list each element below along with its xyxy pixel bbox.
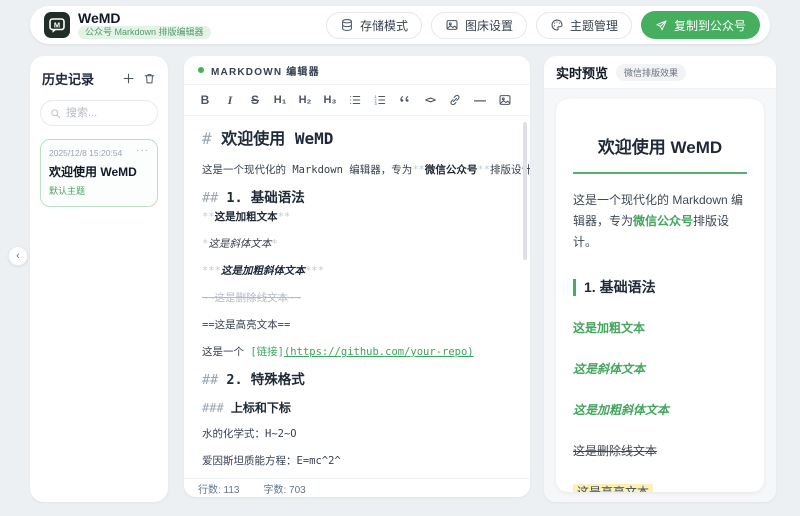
editor-line: ## 2. 特殊格式 (202, 373, 512, 388)
strikethrough-button[interactable]: S (243, 89, 267, 111)
editor-line: 这是一个现代化的 Markdown 编辑器，专为**微信公众号**排版设计。 (202, 164, 512, 177)
italic-button[interactable]: I (218, 89, 242, 111)
quote-icon (398, 93, 412, 107)
preview-content: 欢迎使用 WeMD 这是一个现代化的 Markdown 编辑器，专为微信公众号排版… (573, 121, 747, 492)
preview-panel: 实时预览 微信排版效果 欢迎使用 WeMD 这是一个现代化的 Markdown 编… (544, 56, 776, 502)
header-actions: 存储模式 图床设置 主题管理 复制到公众号 (326, 11, 760, 39)
chevron-left-icon: ‹ (16, 251, 20, 262)
editor-line: # 欢迎使用 WeMD (202, 130, 512, 148)
editor-line: **这是加粗文本** (202, 211, 512, 224)
preview-body[interactable]: 欢迎使用 WeMD 这是一个现代化的 Markdown 编辑器，专为微信公众号排版… (544, 89, 776, 502)
history-item[interactable]: 2025/12/8 15:20:54 ··· 欢迎使用 WeMD 默认主题 (40, 139, 158, 207)
editor-panel: MARKDOWN 编辑器 BISH₁H₂H₃ 123 <> — # 欢迎使用 WeMD… (184, 56, 530, 497)
app-subtitle-badge: 公众号 Markdown 排版编辑器 (78, 26, 211, 39)
search-box (40, 100, 158, 126)
horizontal-rule-button[interactable]: — (468, 89, 492, 111)
history-header: 历史记录 (40, 69, 158, 88)
editor-line: ***这是加粗斜体文本*** (202, 265, 512, 278)
preview-p: 这是加粗文本 (573, 318, 747, 339)
preview-p: 这是一个现代化的 Markdown 编辑器，专为微信公众号排版设计。 (573, 190, 747, 253)
palette-icon (550, 18, 564, 32)
image-icon (445, 18, 459, 32)
new-document-button[interactable] (122, 72, 135, 85)
editor-scrollbar[interactable] (523, 122, 527, 260)
svg-text:3: 3 (374, 102, 376, 106)
editor-line: *这是斜体文本* (202, 238, 512, 251)
bullet-list-icon (348, 93, 362, 107)
editor-panel-header: MARKDOWN 编辑器 (184, 56, 530, 85)
history-item-title: 欢迎使用 WeMD (49, 163, 149, 180)
preview-h2: 1. 基础语法 (573, 279, 747, 296)
svg-text:M: M (54, 20, 60, 29)
editor-line: ## 1. 基础语法 (202, 191, 512, 206)
word-count: 字数: 703 (264, 481, 306, 496)
editor-line: ==这是高亮文本== (202, 319, 512, 332)
image-button[interactable] (493, 89, 517, 111)
preview-p: 这是斜体文本 (573, 359, 747, 380)
preview-panel-header: 实时预览 微信排版效果 (544, 56, 776, 89)
preview-p: 这是高亮文本 (573, 482, 747, 492)
editor-status-bar: 行数: 113 字数: 703 (184, 478, 530, 497)
clear-history-button[interactable] (143, 72, 156, 85)
editor-content[interactable]: # 欢迎使用 WeMD 这是一个现代化的 Markdown 编辑器，专为**微信公… (184, 116, 530, 478)
heading-1-button[interactable]: H₁ (268, 89, 292, 111)
copy-to-wechat-label: 复制到公众号 (674, 17, 746, 34)
app-logo-icon: M (44, 12, 70, 38)
preview-panel-title: 实时预览 (556, 63, 608, 82)
editor-line: 水的化学式：H~2~O (202, 428, 512, 441)
editor-line: ~~这是删除线文本~~ (202, 292, 512, 305)
top-header: M WeMD 公众号 Markdown 排版编辑器 存储模式 图床设置 主题管理… (30, 6, 770, 44)
editor-status-dot (198, 67, 204, 73)
theme-management-button[interactable]: 主题管理 (536, 12, 632, 39)
history-item-timestamp: 2025/12/8 15:20:54 (49, 148, 122, 158)
app-title: WeMD (78, 11, 211, 25)
copy-to-wechat-button[interactable]: 复制到公众号 (641, 11, 760, 39)
link-icon (448, 93, 462, 107)
heading-3-button[interactable]: H₃ (318, 89, 342, 111)
storage-mode-button[interactable]: 存储模式 (326, 12, 422, 39)
preview-p: 这是删除线文本 (573, 441, 747, 462)
editor-panel-title: MARKDOWN 编辑器 (211, 63, 320, 78)
preview-card: 欢迎使用 WeMD 这是一个现代化的 Markdown 编辑器，专为微信公众号排版… (556, 99, 764, 492)
trash-icon (143, 72, 156, 85)
image-host-settings-label: 图床设置 (465, 17, 513, 34)
bold-button[interactable]: B (193, 89, 217, 111)
plus-icon (122, 72, 135, 85)
send-icon (655, 19, 668, 32)
preview-mode-badge: 微信排版效果 (616, 64, 686, 81)
editor-line: 爱因斯坦质能方程：E=mc^2^ (202, 455, 512, 468)
image-icon (498, 93, 512, 107)
ordered-list-button[interactable]: 123 (368, 89, 392, 111)
search-icon (50, 108, 61, 119)
editor-line: ### 上标和下标 (202, 401, 512, 415)
sidebar-collapse-button[interactable]: ‹ (8, 246, 28, 266)
search-input[interactable] (66, 107, 148, 119)
history-sidebar: 历史记录 2025/12/8 15:20:54 ··· 欢迎使用 WeMD 默认… (30, 56, 168, 502)
history-item-theme-tag: 默认主题 (49, 184, 149, 197)
quote-button[interactable] (393, 89, 417, 111)
editor-line: 这是一个 [链接](https://github.com/your-repo) (202, 346, 512, 359)
theme-management-label: 主题管理 (570, 17, 618, 34)
bullet-list-button[interactable] (343, 89, 367, 111)
editor-toolbar: BISH₁H₂H₃ 123 <> — (184, 85, 530, 116)
history-title: 历史记录 (42, 69, 94, 88)
storage-mode-label: 存储模式 (360, 17, 408, 34)
preview-h1: 欢迎使用 WeMD (573, 121, 747, 174)
ordered-list-icon: 123 (373, 93, 387, 107)
code-button[interactable]: <> (418, 89, 442, 111)
history-item-menu-button[interactable]: ··· (136, 148, 149, 154)
heading-2-button[interactable]: H₂ (293, 89, 317, 111)
database-icon (340, 18, 354, 32)
image-host-settings-button[interactable]: 图床设置 (431, 12, 527, 39)
preview-p: 这是加粗斜体文本 (573, 400, 747, 421)
brand: M WeMD 公众号 Markdown 排版编辑器 (44, 11, 211, 39)
line-count: 行数: 113 (198, 481, 240, 496)
link-button[interactable] (443, 89, 467, 111)
